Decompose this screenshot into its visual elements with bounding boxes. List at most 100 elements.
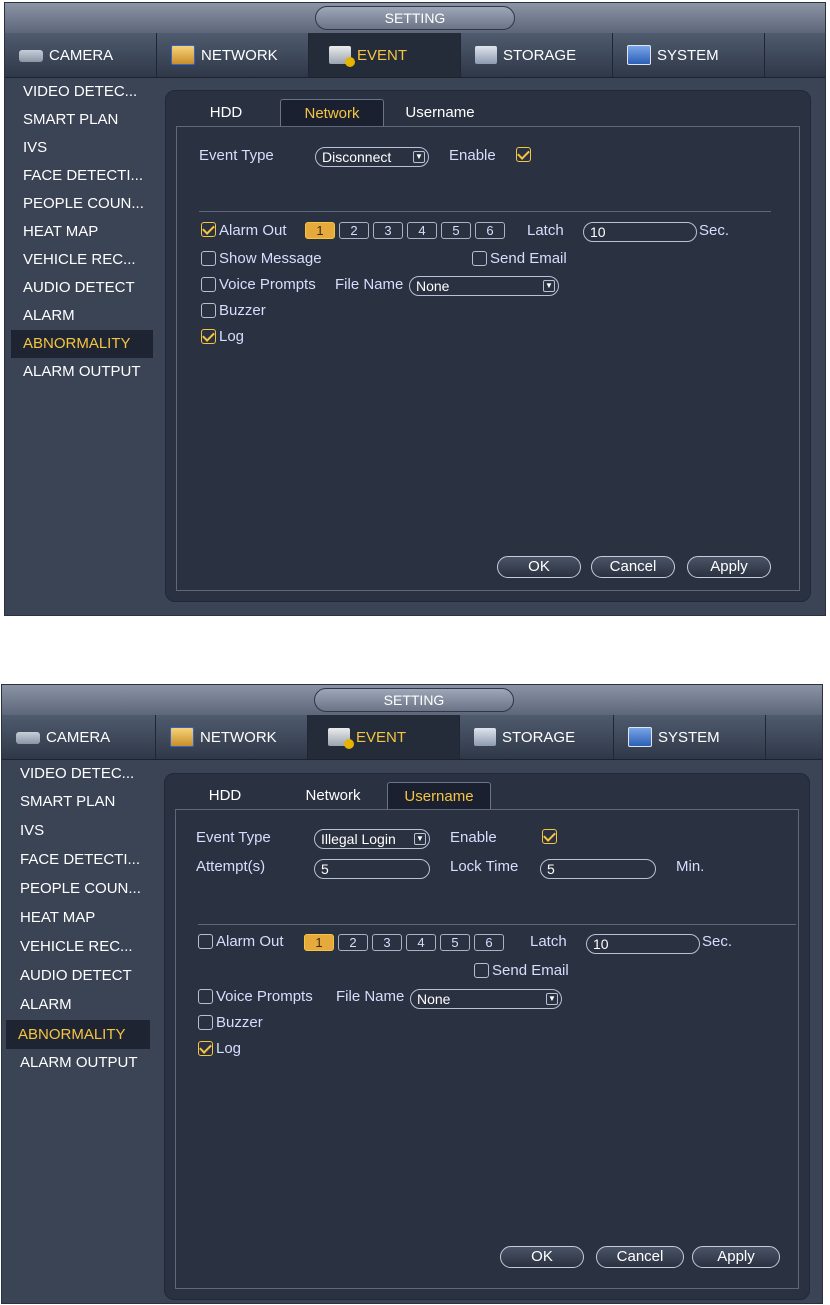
sidebar-item-ivs[interactable]: IVS [5,134,165,162]
enable-checkbox[interactable] [542,829,557,844]
tab-system[interactable]: SYSTEM [614,715,766,759]
tab-network[interactable]: NETWORK [157,33,309,77]
chevron-down-icon: ▼ [543,280,555,292]
alarm-channel-4[interactable]: 4 [407,222,437,239]
alarm-channel-4[interactable]: 4 [406,934,436,951]
alarm-channel-6[interactable]: 6 [474,934,504,951]
ok-button[interactable]: OK [500,1246,584,1268]
apply-button[interactable]: Apply [692,1246,780,1268]
log-checkbox[interactable] [201,329,216,344]
sidebar-item-face-detect[interactable]: FACE DETECTI... [5,162,165,190]
sidebar-item-audio-detect[interactable]: AUDIO DETECT [2,962,162,991]
camera-icon [19,50,43,62]
sidebar-item-abnormality[interactable]: ABNORMALITY [6,1020,150,1049]
sidebar-item-heat-map[interactable]: HEAT MAP [5,218,165,246]
sidebar-item-smart-plan[interactable]: SMART PLAN [2,788,162,817]
subtab-network[interactable]: Network [280,99,384,127]
latch-input[interactable]: 10 [586,934,700,954]
title-bar: SETTING [5,3,825,33]
show-message-label: Show Message [219,250,322,267]
voice-prompts-checkbox[interactable] [198,989,213,1004]
file-name-label: File Name [335,276,404,293]
alarm-channel-1[interactable]: 1 [305,222,335,239]
sidebar-item-abnormality[interactable]: ABNORMALITY [11,330,153,358]
log-checkbox[interactable] [198,1041,213,1056]
sidebar-item-audio-detect[interactable]: AUDIO DETECT [5,274,165,302]
form-area: Event Type Disconnect ▼ Enable Alarm Out… [176,126,800,591]
sec-label: Sec. [699,222,730,239]
tab-system[interactable]: SYSTEM [613,33,765,77]
sidebar-item-smart-plan[interactable]: SMART PLAN [5,106,165,134]
tab-storage[interactable]: STORAGE [460,715,614,759]
cancel-button[interactable]: Cancel [596,1246,684,1268]
sidebar-item-alarm-output[interactable]: ALARM OUTPUT [5,358,165,386]
sidebar-item-video-detect[interactable]: VIDEO DETEC... [2,760,162,788]
tab-camera[interactable]: CAMERA [2,715,156,759]
alarm-channel-5[interactable]: 5 [441,222,471,239]
tab-event[interactable]: EVENT [308,715,460,759]
event-type-select[interactable]: Illegal Login ▼ [314,829,430,849]
sidebar-item-vehicle-rec[interactable]: VEHICLE REC... [5,246,165,274]
buzzer-checkbox[interactable] [198,1015,213,1030]
sidebar-item-alarm[interactable]: ALARM [5,302,165,330]
tab-event[interactable]: EVENT [309,33,461,77]
settings-window-username: SETTING CAMERA NETWORK EVENT STORAGE SYS… [1,684,823,1304]
alarm-channel-6[interactable]: 6 [475,222,505,239]
apply-button[interactable]: Apply [687,556,771,578]
subtab-username[interactable]: Username [387,782,491,810]
sidebar-item-video-detect[interactable]: VIDEO DETEC... [5,78,165,106]
tab-storage[interactable]: STORAGE [461,33,613,77]
alarm-channel-3[interactable]: 3 [372,934,402,951]
sidebar-item-alarm[interactable]: ALARM [2,991,162,1020]
event-type-value: Illegal Login [321,831,396,847]
alarm-channel-2[interactable]: 2 [339,222,369,239]
content-panel: HDD Network Username Event Type Illegal … [164,773,810,1300]
file-name-select[interactable]: None ▼ [409,276,559,296]
alarm-channel-1[interactable]: 1 [304,934,334,951]
sidebar-item-vehicle-rec[interactable]: VEHICLE REC... [2,933,162,962]
show-message-checkbox[interactable] [201,251,216,266]
sidebar-item-alarm-output[interactable]: ALARM OUTPUT [2,1049,162,1078]
tab-camera[interactable]: CAMERA [5,33,157,77]
window-title: SETTING [315,6,515,30]
subtab-hdd[interactable]: HDD [176,99,276,127]
enable-checkbox[interactable] [516,147,531,162]
lock-time-label: Lock Time [450,858,519,875]
window-title: SETTING [314,688,514,712]
buzzer-checkbox[interactable] [201,303,216,318]
lock-time-input[interactable]: 5 [540,859,656,879]
sidebar-item-people-count[interactable]: PEOPLE COUN... [2,875,162,904]
cancel-button[interactable]: Cancel [591,556,675,578]
alarm-out-checkbox[interactable] [198,934,213,949]
ok-button[interactable]: OK [497,556,581,578]
latch-input[interactable]: 10 [583,222,697,242]
send-email-checkbox[interactable] [474,963,489,978]
subtab-hdd[interactable]: HDD [175,782,275,810]
file-name-select[interactable]: None ▼ [410,989,562,1009]
event-type-label: Event Type [196,829,271,846]
sidebar-item-heat-map[interactable]: HEAT MAP [2,904,162,933]
tab-storage-label: STORAGE [502,728,576,746]
alarm-out-checkbox[interactable] [201,222,216,237]
alarm-channel-3[interactable]: 3 [373,222,403,239]
divider [198,924,796,925]
sidebar-item-ivs[interactable]: IVS [2,817,162,846]
attempts-input[interactable]: 5 [314,859,430,879]
storage-icon [474,728,496,746]
latch-label: Latch [530,933,567,950]
alarm-channel-5[interactable]: 5 [440,934,470,951]
latch-label: Latch [527,222,564,239]
alarm-channel-2[interactable]: 2 [338,934,368,951]
subtab-network[interactable]: Network [281,782,385,810]
event-icon [329,46,355,67]
event-type-select[interactable]: Disconnect ▼ [315,147,429,167]
tab-system-label: SYSTEM [658,728,720,746]
sidebar-item-people-count[interactable]: PEOPLE COUN... [5,190,165,218]
voice-prompts-checkbox[interactable] [201,277,216,292]
system-icon [628,727,652,747]
sidebar-item-face-detect[interactable]: FACE DETECTI... [2,846,162,875]
send-email-checkbox[interactable] [472,251,487,266]
tab-network[interactable]: NETWORK [156,715,308,759]
storage-icon [475,46,497,64]
subtab-username[interactable]: Username [388,99,492,127]
